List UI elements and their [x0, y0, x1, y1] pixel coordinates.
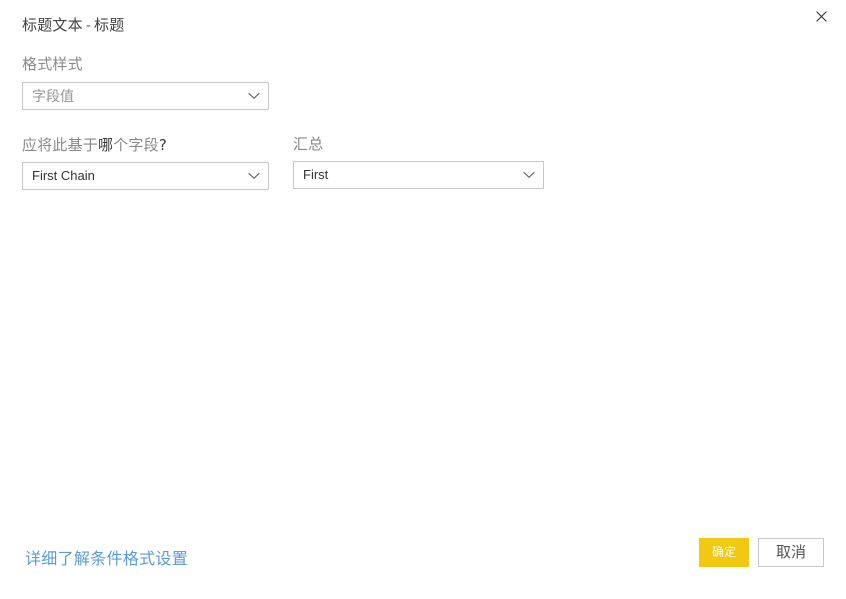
- dialog-title-separator: -: [85, 17, 92, 34]
- format-style-dropdown-value: 字段值: [32, 88, 74, 104]
- summarization-dropdown[interactable]: First: [293, 161, 544, 189]
- format-style-section: 格式样式 字段值: [22, 55, 269, 110]
- learn-more-link[interactable]: 详细了解条件格式设置: [25, 549, 188, 571]
- base-field-label-part2: 个字段: [113, 137, 159, 154]
- base-field-label-emphasis: 哪: [98, 136, 114, 154]
- base-field-label: 应将此基于哪个字段?: [22, 135, 269, 156]
- chevron-down-icon: [521, 167, 537, 183]
- conditional-formatting-dialog: 标题文本 - 标题 格式样式 字段值 应将此基于哪个字段? First Chain: [0, 0, 846, 599]
- chevron-down-icon: [246, 168, 262, 184]
- base-field-dropdown-value: First Chain: [32, 168, 95, 183]
- format-style-label: 格式样式: [22, 56, 83, 73]
- dialog-title-main: 标题文本: [22, 17, 83, 34]
- base-field-column: 应将此基于哪个字段? First Chain: [22, 135, 269, 190]
- ok-button[interactable]: 确定: [698, 538, 749, 567]
- format-style-dropdown[interactable]: 字段值: [22, 82, 269, 110]
- summarization-dropdown-value: First: [303, 167, 329, 182]
- dialog-title: 标题文本 - 标题: [22, 16, 124, 36]
- base-field-label-question: ?: [158, 136, 167, 154]
- close-icon: [815, 10, 827, 22]
- dialog-footer: 详细了解条件格式设置 确定 取消: [0, 529, 846, 599]
- base-field-dropdown[interactable]: First Chain: [22, 162, 269, 190]
- footer-actions: 确定 取消: [698, 538, 824, 567]
- field-settings-section: 应将此基于哪个字段? First Chain 汇总 First: [22, 135, 544, 190]
- summarization-label: 汇总: [293, 136, 324, 153]
- base-field-label-part1: 应将此基于: [22, 137, 99, 154]
- cancel-button[interactable]: 取消: [758, 538, 824, 567]
- dialog-title-sub: 标题: [94, 17, 125, 34]
- summarization-column: 汇总 First: [293, 135, 544, 190]
- chevron-down-icon: [246, 88, 262, 104]
- close-button[interactable]: [806, 2, 836, 30]
